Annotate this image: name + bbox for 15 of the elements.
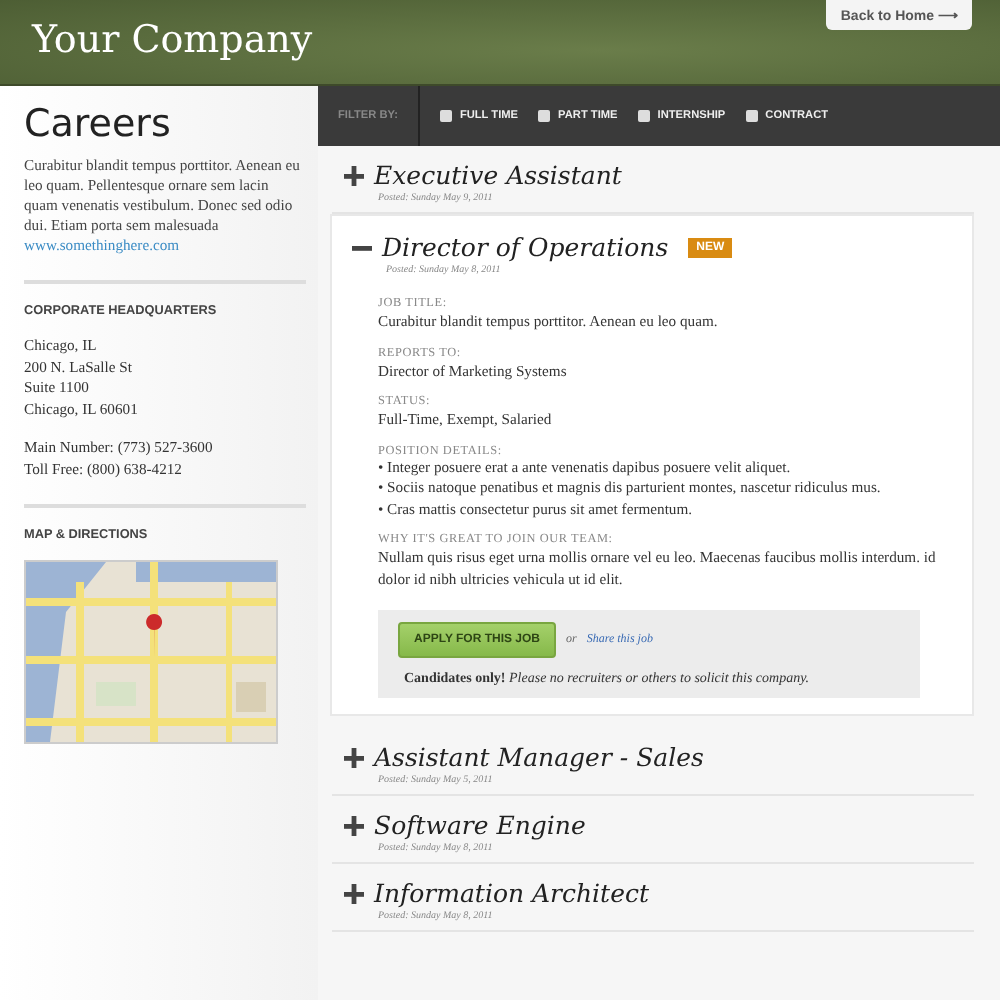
expand-icon[interactable] — [344, 165, 364, 185]
checkbox[interactable] — [439, 110, 452, 122]
checkbox[interactable] — [637, 110, 650, 122]
expand-icon[interactable] — [344, 747, 364, 767]
checkbox[interactable] — [538, 110, 551, 122]
job-title[interactable]: Information Architect — [374, 878, 649, 908]
careers-title: Careers — [24, 102, 173, 146]
expand-icon[interactable] — [344, 883, 364, 903]
checkbox[interactable] — [745, 110, 758, 122]
job-title[interactable]: Software Engine — [374, 810, 586, 840]
job-title[interactable]: Executive Assistant — [374, 160, 622, 190]
job-title[interactable]: Assistant Manager - Sales — [374, 742, 704, 772]
expand-icon[interactable] — [344, 815, 364, 835]
company-logo[interactable]: Your Company — [32, 18, 313, 62]
job-title[interactable]: Director of Operations — [382, 232, 669, 262]
